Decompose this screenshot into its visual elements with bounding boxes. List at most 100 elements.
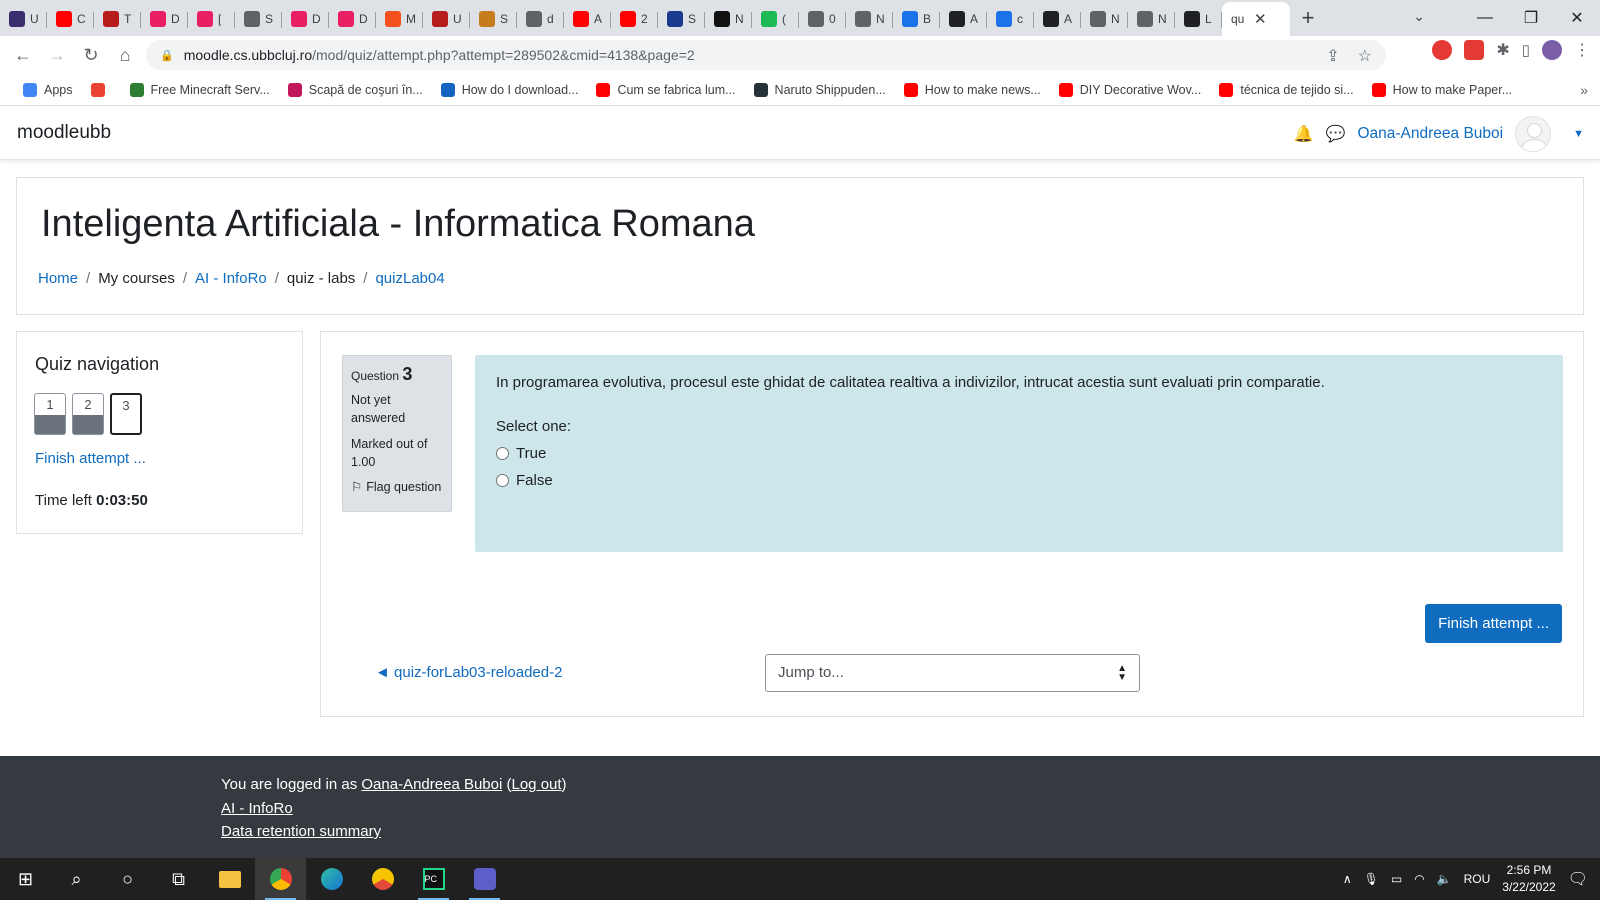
profile-avatar-icon[interactable] <box>1542 40 1562 60</box>
minimize-icon[interactable]: — <box>1462 9 1508 27</box>
browser-tab[interactable]: A <box>940 2 987 36</box>
answer-option-label[interactable]: True <box>516 445 546 462</box>
browser-tab[interactable]: B <box>893 2 940 36</box>
browser-tab[interactable]: ( <box>752 2 799 36</box>
bookmark-item[interactable]: técnica de tejido si... <box>1210 82 1362 97</box>
home-icon[interactable]: ⌂ <box>108 45 142 66</box>
tab-active[interactable]: qu ✕ <box>1222 2 1290 36</box>
back-icon[interactable]: ← <box>6 45 40 66</box>
site-brand[interactable]: moodleubb <box>17 122 111 144</box>
browser-tab[interactable]: U <box>0 2 47 36</box>
file-explorer-icon[interactable] <box>204 858 255 900</box>
reload-icon[interactable]: ↻ <box>74 45 108 66</box>
user-menu-name[interactable]: Oana-Andreea Buboi <box>1357 125 1503 143</box>
new-tab-button[interactable]: + <box>1290 0 1326 36</box>
browser-tab[interactable]: U <box>423 2 470 36</box>
browser-tab[interactable]: D <box>282 2 329 36</box>
address-bar[interactable]: 🔒 moodle.cs.ubbcluj.ro/mod/quiz/attempt.… <box>146 40 1386 70</box>
question-button-3[interactable]: 3 <box>110 393 142 435</box>
footer-user-link[interactable]: Oana-Andreea Buboi <box>361 776 502 793</box>
bookmark-item[interactable]: Scapă de coşuri în... <box>279 82 432 97</box>
browser-tab[interactable]: 2 <box>611 2 658 36</box>
browser-tab[interactable]: N <box>1128 2 1175 36</box>
browser-tab[interactable]: S <box>470 2 517 36</box>
tab-search-icon[interactable]: ⌄ <box>1413 8 1425 25</box>
bookmark-item[interactable]: How to make news... <box>895 82 1050 97</box>
finish-attempt-link[interactable]: Finish attempt ... <box>35 450 146 467</box>
bookmark-item[interactable]: Free Minecraft Serv... <box>121 82 279 97</box>
browser-tab[interactable]: L <box>1175 2 1222 36</box>
browser-tab[interactable]: S <box>235 2 282 36</box>
answer-option-true[interactable]: True <box>496 445 1542 462</box>
logout-link[interactable]: Log out <box>512 776 562 793</box>
cortana-icon[interactable]: ○ <box>102 858 153 900</box>
windows-start-icon[interactable]: ⊞ <box>0 858 51 900</box>
breadcrumb-home[interactable]: Home <box>38 270 78 287</box>
notifications-bell-icon[interactable]: 🔔 <box>1294 124 1314 144</box>
notifications-icon[interactable]: 🗨 <box>1568 869 1588 889</box>
task-view-icon[interactable]: ⧉ <box>153 858 204 900</box>
breadcrumb-course[interactable]: AI - InfoRo <box>195 270 267 287</box>
browser-tab[interactable]: N <box>846 2 893 36</box>
data-retention-link[interactable]: Data retention summary <box>221 823 381 840</box>
restore-icon[interactable]: ❐ <box>1508 8 1554 28</box>
browser-tab[interactable]: 0 <box>799 2 846 36</box>
tray-chevron-up-icon[interactable]: ∧ <box>1343 872 1352 886</box>
browser-tab[interactable]: N <box>705 2 752 36</box>
puzzle-extensions-icon[interactable]: ✱ <box>1496 40 1509 60</box>
share-icon[interactable]: ⇪ <box>1326 46 1339 66</box>
jump-to-select[interactable]: Jump to... ▲ ▼ <box>765 654 1140 692</box>
bookmark-star-icon[interactable]: ☆ <box>1358 46 1372 66</box>
video-extension-icon[interactable] <box>1464 40 1485 60</box>
edge-taskbar-icon[interactable] <box>306 858 357 900</box>
chrome-menu-icon[interactable]: ⋮ <box>1574 40 1590 60</box>
browser-tab[interactable]: D <box>141 2 188 36</box>
search-icon[interactable]: ⌕ <box>51 858 102 900</box>
browser-tab[interactable]: A <box>564 2 611 36</box>
browser-tab[interactable]: c <box>987 2 1034 36</box>
avatar[interactable] <box>1515 116 1552 152</box>
opera-extension-icon[interactable] <box>1432 40 1453 60</box>
flag-question-button[interactable]: ⚐ Flag question <box>351 479 443 495</box>
bookmark-item[interactable]: Cum se fabrica lum... <box>587 82 744 97</box>
browser-tab[interactable]: N <box>1081 2 1128 36</box>
lock-icon[interactable]: 🔒 <box>160 49 174 62</box>
browser-tab[interactable]: S <box>658 2 705 36</box>
browser-tab[interactable]: M <box>376 2 423 36</box>
close-window-icon[interactable]: ✕ <box>1554 8 1600 28</box>
browser-tab[interactable]: D <box>329 2 376 36</box>
browser-tab[interactable]: C <box>47 2 94 36</box>
chevron-down-icon[interactable]: ▼ <box>1573 128 1584 140</box>
answer-option-false[interactable]: False <box>496 472 1542 489</box>
forward-icon[interactable]: → <box>40 45 74 66</box>
chrome-taskbar-icon[interactable] <box>255 858 306 900</box>
radio-false[interactable] <box>496 474 509 487</box>
bookmark-item[interactable]: Apps <box>14 82 82 97</box>
close-tab-icon[interactable]: ✕ <box>1254 10 1267 28</box>
bookmark-item[interactable]: How do I download... <box>432 82 588 97</box>
finish-attempt-button[interactable]: Finish attempt ... <box>1425 604 1562 643</box>
question-button-2[interactable]: 2 <box>72 393 104 435</box>
bookmark-item[interactable]: How to make Paper... <box>1363 82 1522 97</box>
volume-icon[interactable]: 🔈 <box>1437 872 1452 886</box>
breadcrumb-quiz[interactable]: quizLab04 <box>375 270 444 287</box>
side-panel-icon[interactable]: ▯ <box>1522 41 1530 59</box>
radio-true[interactable] <box>496 447 509 460</box>
bookmark-item[interactable] <box>82 82 121 97</box>
bookmark-item[interactable]: Naruto Shippuden... <box>745 82 895 97</box>
browser-tab[interactable]: d <box>517 2 564 36</box>
browser-tab[interactable]: T <box>94 2 141 36</box>
language-indicator[interactable]: ROU <box>1464 872 1491 886</box>
browser-tab[interactable]: A <box>1034 2 1081 36</box>
more-bookmarks-icon[interactable]: » <box>1580 82 1588 98</box>
wifi-icon[interactable]: ◠ <box>1414 872 1424 886</box>
chrome-alt-taskbar-icon[interactable] <box>357 858 408 900</box>
microphone-icon[interactable]: 🎙 <box>1364 872 1379 886</box>
messages-icon[interactable]: 💬 <box>1326 124 1346 144</box>
teams-taskbar-icon[interactable] <box>459 858 510 900</box>
pycharm-taskbar-icon[interactable]: PC <box>408 858 459 900</box>
previous-activity-link[interactable]: ◄ quiz-forLab03-reloaded-2 <box>375 664 562 681</box>
answer-option-label[interactable]: False <box>516 472 553 489</box>
clock[interactable]: 2:56 PM 3/22/2022 <box>1502 862 1555 896</box>
battery-icon[interactable]: ▭ <box>1391 872 1402 886</box>
